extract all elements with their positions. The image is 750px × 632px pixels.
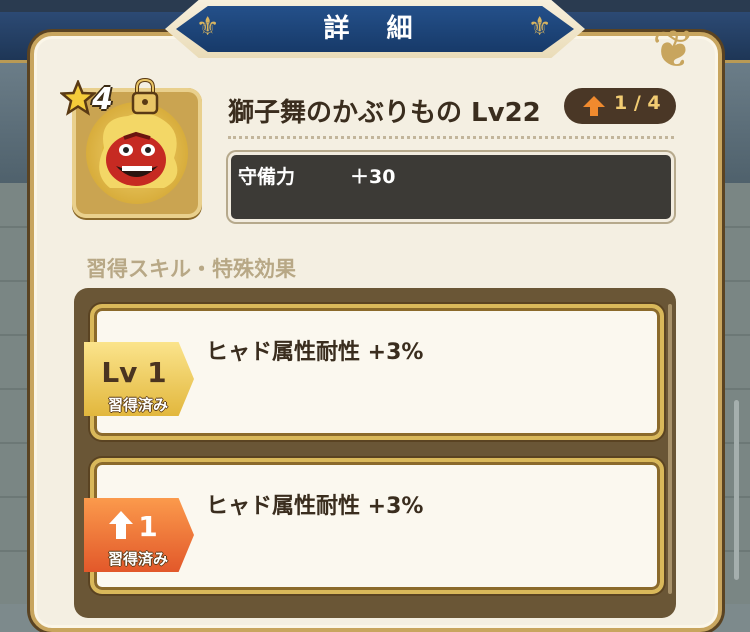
fleur-icon: ⚜ [196, 12, 220, 42]
corner-ornament-icon: ❦ [652, 20, 696, 80]
lion-mask-icon [99, 113, 178, 188]
up-arrow-icon [583, 96, 605, 116]
dotted-divider [228, 136, 674, 139]
item-name: 獅子舞のかぶりもの Lv22 [228, 98, 541, 128]
upgrade-count: 1 / 4 [614, 92, 661, 114]
outer-scrollbar[interactable] [734, 400, 739, 580]
lock-icon[interactable] [130, 78, 160, 116]
learned-status: 習得済み [107, 550, 168, 568]
level-label: Lv 1 [101, 356, 167, 389]
rarity-number: 4 [92, 82, 113, 117]
learned-status: 習得済み [107, 396, 168, 414]
stat-label: 守備力 [238, 166, 296, 188]
section-title: 習得スキル・特殊効果 [86, 257, 296, 281]
fleur-icon: ⚜ [528, 12, 552, 42]
stat-value: ＋30 [350, 166, 396, 188]
skill-name: ヒャド属性耐性 +3% [206, 340, 424, 365]
skill-name: ヒャド属性耐性 +3% [206, 494, 424, 519]
list-scrollbar[interactable] [668, 304, 672, 594]
page-title: 詳 細 [323, 14, 427, 44]
star-icon [60, 80, 96, 116]
upgrade-level-label: 1 [138, 510, 158, 543]
